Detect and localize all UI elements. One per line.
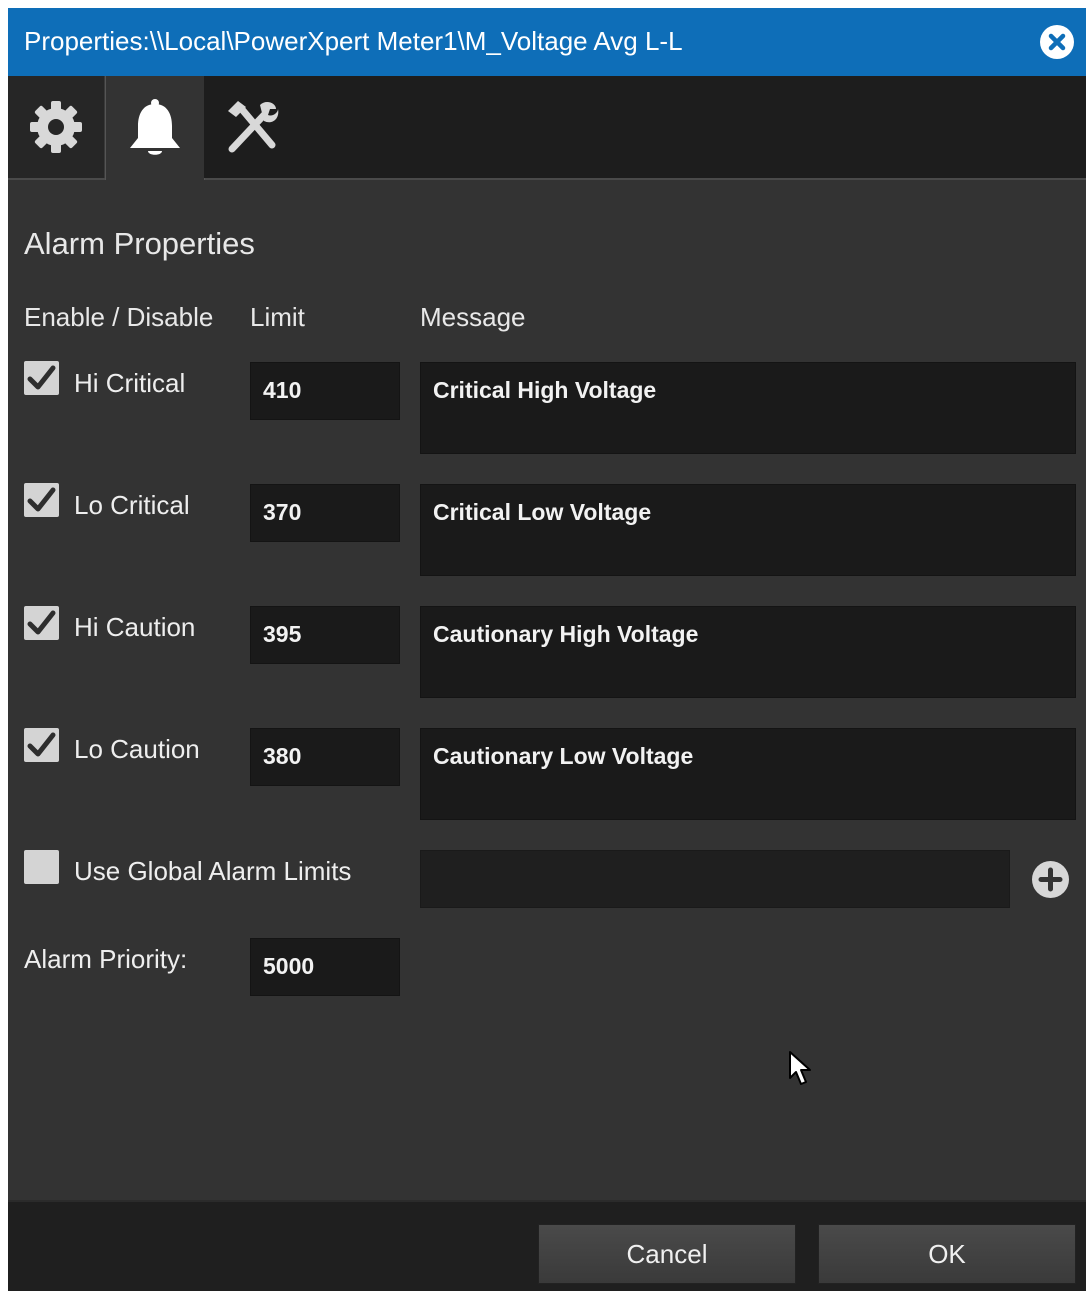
checkmark-icon xyxy=(27,487,56,512)
hi-critical-limit-input[interactable]: 410 xyxy=(250,362,400,420)
add-global-limit-button[interactable] xyxy=(1032,861,1069,898)
lo-caution-label: Lo Caution xyxy=(74,734,200,764)
dialog-footer: Cancel OK xyxy=(8,1200,1086,1291)
lo-critical-limit-input[interactable]: 370 xyxy=(250,484,400,542)
lo-caution-limit-input[interactable]: 380 xyxy=(250,728,400,786)
checkmark-icon xyxy=(27,365,56,390)
tab-general[interactable] xyxy=(8,76,105,178)
column-header-limit: Limit xyxy=(250,302,305,332)
title-bar[interactable]: Properties:\\Local\PowerXpert Meter1\M_V… xyxy=(8,8,1086,76)
global-limits-input[interactable] xyxy=(420,850,1010,908)
tools-icon xyxy=(228,101,279,153)
column-header-enable: Enable / Disable xyxy=(24,302,214,332)
tab-alarm[interactable] xyxy=(105,76,205,180)
lo-critical-checkbox[interactable] xyxy=(24,483,59,517)
lo-critical-message-input[interactable]: Critical Low Voltage xyxy=(420,484,1076,576)
cancel-button[interactable]: Cancel xyxy=(538,1224,796,1284)
checkmark-icon xyxy=(27,732,56,757)
hi-critical-message-input[interactable]: Critical High Voltage xyxy=(420,362,1076,454)
window-title: Properties:\\Local\PowerXpert Meter1\M_V… xyxy=(24,26,683,56)
use-global-limits-label: Use Global Alarm Limits xyxy=(74,856,352,886)
column-header-message: Message xyxy=(420,302,526,332)
lo-caution-checkbox[interactable] xyxy=(24,728,59,762)
alarm-priority-input[interactable]: 5000 xyxy=(250,938,400,996)
use-global-limits-checkbox[interactable] xyxy=(24,850,59,884)
bell-icon xyxy=(130,99,180,155)
mouse-pointer-icon xyxy=(789,1051,811,1085)
tab-bar xyxy=(8,76,1086,180)
alarm-priority-label: Alarm Priority: xyxy=(24,944,188,974)
section-title: Alarm Properties xyxy=(24,226,255,261)
properties-dialog: Properties:\\Local\PowerXpert Meter1\M_V… xyxy=(8,8,1086,1291)
close-icon xyxy=(1048,33,1066,51)
hi-caution-limit-input[interactable]: 395 xyxy=(250,606,400,664)
hi-critical-label: Hi Critical xyxy=(74,368,186,398)
hi-caution-label: Hi Caution xyxy=(74,612,196,642)
close-button[interactable] xyxy=(1040,25,1074,59)
lo-caution-message-input[interactable]: Cautionary Low Voltage xyxy=(420,728,1076,820)
hi-critical-checkbox[interactable] xyxy=(24,361,59,395)
hi-caution-checkbox[interactable] xyxy=(24,606,59,640)
ok-button[interactable]: OK xyxy=(818,1224,1076,1284)
checkmark-icon xyxy=(27,610,56,635)
gear-icon xyxy=(30,101,82,153)
hi-caution-message-input[interactable]: Cautionary High Voltage xyxy=(420,606,1076,698)
lo-critical-label: Lo Critical xyxy=(74,490,190,520)
plus-icon xyxy=(1038,867,1063,892)
tab-tools[interactable] xyxy=(204,76,300,178)
